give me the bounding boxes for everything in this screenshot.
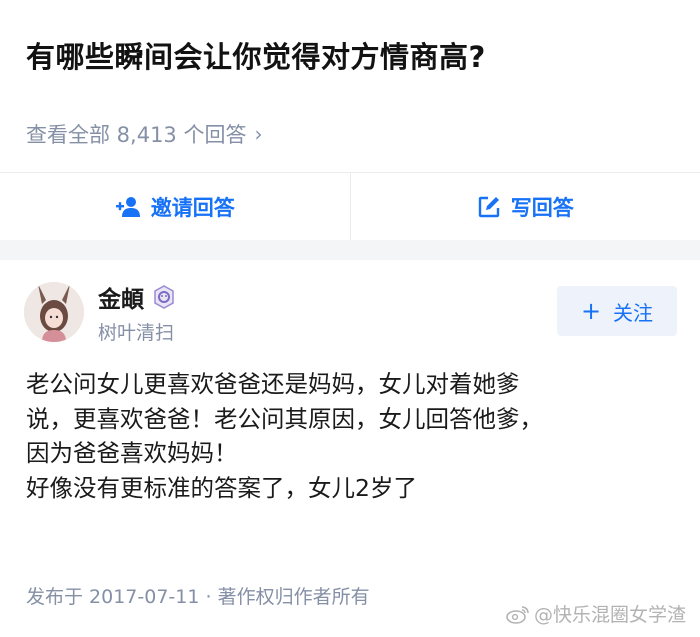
avatar[interactable] bbox=[24, 282, 84, 342]
write-answer-button[interactable]: 写回答 bbox=[349, 173, 700, 240]
question-actions: 邀请回答 写回答 bbox=[0, 172, 700, 240]
answer-content: 老公问女儿更喜欢爸爸还是妈妈，女儿对着她爹 说，更喜欢爸爸！老公问其原因，女儿回… bbox=[26, 367, 686, 505]
edit-icon bbox=[478, 196, 499, 217]
author-bio: 树叶清扫 bbox=[98, 322, 175, 344]
question-title[interactable]: 有哪些瞬间会让你觉得对方情商高? bbox=[26, 34, 486, 76]
verified-badge-icon bbox=[154, 285, 174, 309]
follow-button[interactable]: + 关注 bbox=[557, 286, 677, 336]
author-name-row[interactable]: 金頔 bbox=[98, 280, 176, 314]
content-line: 因为爸爸喜欢妈妈！ bbox=[26, 439, 238, 467]
content-line: 说，更喜欢爸爸！老公问其原因，女儿回答他爹， bbox=[26, 404, 543, 433]
content-line: 老公问女儿更喜欢爸爸还是妈妈，女儿对着她爹 bbox=[26, 370, 520, 398]
author-name: 金頔 bbox=[98, 287, 144, 313]
add-user-icon bbox=[115, 196, 140, 217]
answer-footer: 发布于 2017-07-11 · 著作权归作者所有 bbox=[26, 586, 370, 608]
write-answer-label: 写回答 bbox=[510, 195, 574, 220]
plus-icon: + bbox=[580, 297, 602, 325]
invite-answer-button[interactable]: 邀请回答 bbox=[0, 173, 350, 240]
weibo-logo-icon bbox=[506, 605, 529, 624]
invite-answer-label: 邀请回答 bbox=[150, 195, 235, 220]
content-line: 好像没有更标准的答案了，女儿2岁了 bbox=[26, 473, 417, 502]
section-divider bbox=[0, 240, 700, 260]
watermark-text: @快乐混圈女学渣 bbox=[533, 604, 686, 626]
view-all-answers-link[interactable]: 查看全部 8,413 个回答 › bbox=[26, 119, 262, 149]
view-all-answers-label: 查看全部 8,413 个回答 bbox=[26, 123, 247, 147]
watermark: @快乐混圈女学渣 bbox=[506, 600, 686, 627]
question-header: 有哪些瞬间会让你觉得对方情商高? 查看全部 8,413 个回答 › bbox=[0, 0, 700, 172]
chevron-right-icon: › bbox=[254, 122, 263, 146]
follow-label: 关注 bbox=[613, 300, 654, 325]
answer-card: 金頔 树叶清扫 + 关注 老公问女儿更喜欢爸爸还是妈妈，女儿对着她爹 说，更喜欢… bbox=[0, 260, 700, 637]
